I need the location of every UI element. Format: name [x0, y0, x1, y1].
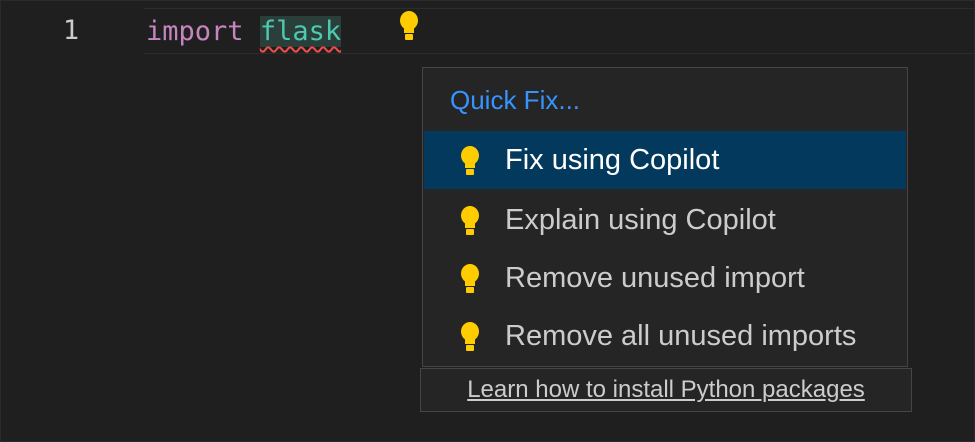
- fix-using-copilot-action[interactable]: Fix using Copilot: [424, 131, 906, 189]
- code-line[interactable]: import flask: [146, 15, 342, 49]
- remove-all-unused-imports-action[interactable]: Remove all unused imports: [424, 307, 906, 365]
- remove-unused-import-action[interactable]: Remove unused import: [424, 249, 906, 307]
- flask-module-token[interactable]: flask: [259, 16, 342, 47]
- lightbulb-icon: [460, 206, 480, 236]
- lightbulb-icon: [460, 146, 480, 176]
- quick-fix-widget: Quick Fix... Fix using Copilot Explain u…: [422, 67, 908, 367]
- import-keyword: import: [146, 16, 244, 47]
- lightbulb-icon: [460, 264, 480, 294]
- action-label: Explain using Copilot: [505, 203, 776, 236]
- action-label: Remove all unused imports: [505, 319, 857, 352]
- action-label: Remove unused import: [505, 261, 805, 294]
- lightbulb-icon: [460, 322, 480, 352]
- quick-fix-title: Quick Fix...: [450, 85, 581, 115]
- learn-python-packages-link[interactable]: Learn how to install Python packages: [467, 376, 865, 404]
- lightbulb-icon[interactable]: [399, 11, 419, 41]
- learn-more-bar: Learn how to install Python packages: [420, 368, 912, 412]
- explain-using-copilot-action[interactable]: Explain using Copilot: [424, 191, 906, 249]
- action-label: Fix using Copilot: [505, 143, 720, 176]
- line-number: 1: [62, 15, 80, 46]
